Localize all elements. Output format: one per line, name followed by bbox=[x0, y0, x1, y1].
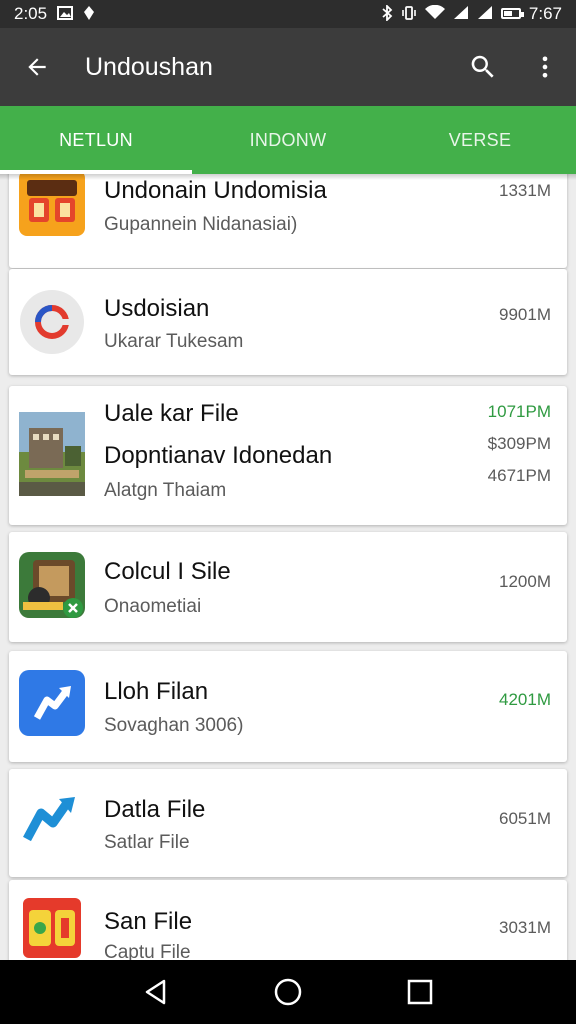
list-item[interactable]: Undonain Undomisia Gupannein Nidanasiai)… bbox=[9, 174, 567, 268]
app-icon-red-circle bbox=[20, 290, 84, 354]
nav-recents-button[interactable] bbox=[390, 962, 450, 1022]
item-title: Undonain Undomisia bbox=[104, 177, 327, 204]
app-icon-blue-share bbox=[19, 670, 85, 736]
item-subtitle: Sovaghan 3006) bbox=[104, 715, 244, 736]
back-button[interactable] bbox=[0, 28, 74, 106]
item-title: Datla File bbox=[104, 796, 206, 823]
nav-home-button[interactable] bbox=[258, 962, 318, 1022]
tab-verse[interactable]: VERSE bbox=[384, 106, 576, 174]
search-button[interactable] bbox=[452, 28, 514, 106]
item-size-tertiary: 4671PM bbox=[487, 466, 551, 485]
item-title: Uale kar File bbox=[104, 400, 239, 427]
app-icon-blue-arrow bbox=[23, 797, 75, 842]
item-size: 3031M bbox=[499, 918, 551, 937]
list-item[interactable]: Usdoisian Ukarar Tukesam 9901M bbox=[9, 269, 567, 375]
bluetooth-icon bbox=[381, 3, 393, 24]
item-size: 9901M bbox=[499, 305, 551, 324]
tab-shadow bbox=[0, 174, 576, 180]
battery-icon bbox=[500, 7, 524, 22]
item-title: San File bbox=[104, 908, 193, 935]
app-icon-orange-qb bbox=[19, 174, 85, 236]
vibrate-icon bbox=[401, 5, 417, 24]
item-size: 6051M bbox=[499, 809, 551, 828]
list-item[interactable]: Colcul I Sile Onaometiai 1200M bbox=[9, 532, 567, 642]
search-icon bbox=[471, 55, 494, 78]
status-time-left: 2:05 bbox=[14, 4, 48, 23]
item-subtitle: Onaometiai bbox=[104, 596, 202, 617]
app-icon-photo-street bbox=[19, 412, 85, 496]
item-size: 1071PM bbox=[487, 402, 551, 421]
list-item[interactable]: San File Captu File 3031M bbox=[9, 880, 567, 960]
item-title: Usdoisian bbox=[104, 295, 210, 322]
app-icon-game bbox=[19, 552, 85, 618]
more-vert-icon bbox=[542, 56, 548, 78]
location-icon bbox=[83, 5, 95, 23]
item-title: Lloh Filan bbox=[104, 678, 209, 705]
nav-back-button[interactable] bbox=[126, 962, 186, 1022]
signal-2-icon bbox=[477, 5, 493, 23]
item-size: 1200M bbox=[499, 572, 551, 591]
item-size-secondary: $309PM bbox=[487, 434, 551, 453]
item-title-secondary: Dopntianav Idonedan bbox=[104, 442, 333, 469]
nav-home-icon bbox=[274, 978, 302, 1006]
file-list[interactable]: Undonain Undomisia Gupannein Nidanasiai)… bbox=[0, 174, 576, 960]
item-subtitle: Captu File bbox=[104, 942, 191, 960]
item-size: 4201M bbox=[499, 690, 551, 709]
wifi-icon bbox=[424, 4, 445, 23]
app-bar: Undoushan bbox=[0, 28, 576, 106]
tab-netlun[interactable]: NETLUN bbox=[0, 106, 192, 174]
tab-indonw[interactable]: INDONW bbox=[192, 106, 384, 174]
signal-icon bbox=[453, 5, 469, 23]
nav-recents-icon bbox=[407, 979, 433, 1005]
status-time-right: 7:67 bbox=[528, 4, 562, 23]
list-item[interactable]: Uale kar File Dopntianav Idonedan Alatgn… bbox=[9, 386, 567, 525]
list-item[interactable]: Lloh Filan Sovaghan 3006) 4201M bbox=[9, 651, 567, 762]
status-bar: 2:05 7:67 bbox=[0, 0, 576, 28]
overflow-menu-button[interactable] bbox=[514, 28, 576, 106]
item-subtitle: Ukarar Tukesam bbox=[104, 331, 244, 352]
app-icon-red-yellow bbox=[23, 898, 81, 958]
image-notification-icon bbox=[57, 5, 74, 23]
item-title: Colcul I Sile bbox=[104, 558, 231, 585]
app-title: Undoushan bbox=[85, 52, 213, 81]
arrow-back-icon bbox=[28, 58, 46, 76]
navigation-bar bbox=[0, 960, 576, 1024]
list-item[interactable]: Datla File Satlar File 6051M bbox=[9, 769, 567, 877]
item-subtitle: Alatgn Thaiam bbox=[104, 480, 227, 501]
nav-back-icon bbox=[145, 979, 166, 1005]
tab-bar: NETLUN INDONW VERSE bbox=[0, 106, 576, 174]
item-subtitle: Satlar File bbox=[104, 832, 190, 853]
item-size: 1331M bbox=[499, 181, 551, 200]
item-subtitle: Gupannein Nidanasiai) bbox=[104, 214, 298, 235]
